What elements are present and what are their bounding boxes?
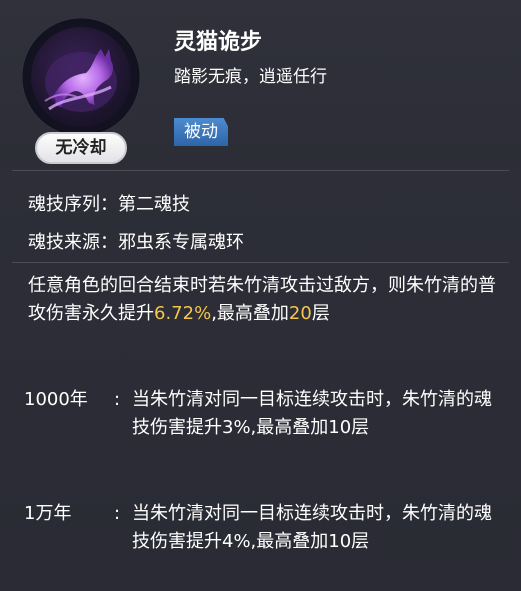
cooldown-badge: 无冷却 [35, 132, 127, 164]
source-label: 魂技来源： [28, 232, 118, 253]
skill-subtitle: 踏影无痕，逍遥任行 [174, 67, 327, 87]
highlight-value: 6.72% [154, 303, 212, 324]
tier-text: 当朱竹清对同一目标连续攻击时，朱竹清的魂技伤害提升4%,最高叠加10层 [132, 503, 492, 552]
skill-detail-panel: 无冷却 灵猫诡步 踏影无痕，逍遥任行 被动 魂技序列：第二魂技 魂技来源：邪虫系… [0, 0, 521, 591]
skill-description: 任意角色的回合结束时若朱竹清攻击过敌方，则朱竹清的普攻伤害永久提升6.72%,最… [28, 275, 496, 324]
sequence-label: 魂技序列： [28, 194, 118, 215]
skill-icon-frame [22, 18, 140, 136]
tier-row: 1000年 : 当朱竹清对同一目标连续攻击时，朱竹清的魂技伤害提升3%,最高叠加… [24, 386, 504, 476]
skill-name: 灵猫诡步 [174, 30, 263, 55]
tier-row: 1万年 : 当朱竹清对同一目标连续攻击时，朱竹清的魂技伤害提升4%,最高叠加10… [24, 500, 504, 590]
tier-colon: : [114, 503, 121, 524]
skill-type-tag: 被动 [174, 118, 228, 146]
source-value: 邪虫系专属魂环 [118, 232, 244, 253]
divider [12, 170, 509, 171]
tier-text: 当朱竹清对同一目标连续攻击时，朱竹清的魂技伤害提升3%,最高叠加10层 [132, 389, 492, 438]
tier-label: 1万年 [24, 503, 72, 524]
skill-source-row: 魂技来源：邪虫系专属魂环 [28, 228, 244, 254]
skill-sequence-row: 魂技序列：第二魂技 [28, 190, 190, 216]
spirit-cat-icon [31, 27, 131, 127]
tier-label: 1000年 [24, 389, 88, 410]
divider [12, 262, 509, 263]
sequence-value: 第二魂技 [118, 194, 190, 215]
tier-colon: : [114, 389, 121, 410]
skill-header: 无冷却 灵猫诡步 踏影无痕，逍遥任行 被动 [0, 0, 521, 168]
highlight-value: 20 [288, 303, 312, 324]
